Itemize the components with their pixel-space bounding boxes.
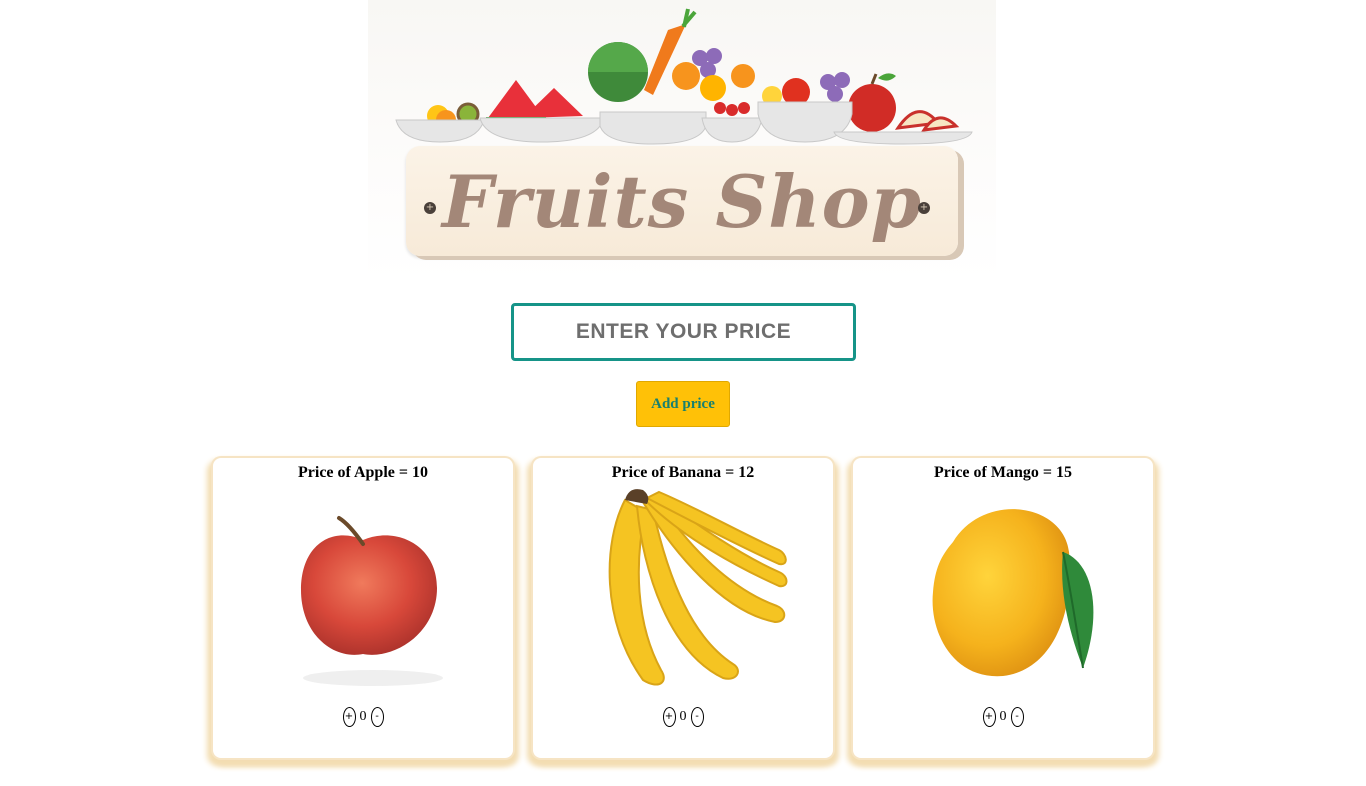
sign-board: + Fruits Shop + bbox=[406, 146, 958, 256]
quantity-value: 0 bbox=[999, 709, 1007, 724]
fruit-card-apple: Price of Apple = 10 + 0 - bbox=[213, 458, 513, 758]
card-title: Price of Banana = 12 bbox=[533, 464, 833, 482]
fruit-price-value: 10 bbox=[412, 464, 428, 481]
strawberry-icon bbox=[714, 102, 750, 116]
decrement-button[interactable]: - bbox=[1010, 707, 1024, 727]
apple-icon bbox=[848, 84, 896, 132]
fruit-card-mango: Price of Mango = 15 + 0 - bbox=[853, 458, 1153, 758]
equals-sign: = bbox=[721, 464, 739, 481]
add-price-button[interactable]: Add price bbox=[636, 381, 730, 427]
decrement-button[interactable]: - bbox=[370, 707, 384, 727]
fruit-card-banana: Price of Banana = 12 + 0 - bbox=[533, 458, 833, 758]
equals-sign: = bbox=[394, 464, 412, 481]
card-title: Price of Mango = 15 bbox=[853, 464, 1153, 482]
quantity-stepper: + 0 - bbox=[533, 707, 833, 727]
quantity-stepper: + 0 - bbox=[213, 707, 513, 727]
shop-title: Fruits Shop bbox=[441, 158, 923, 244]
increment-button[interactable]: + bbox=[342, 707, 356, 727]
mango-image bbox=[932, 509, 1094, 677]
apple-image bbox=[301, 516, 443, 686]
quantity-value: 0 bbox=[679, 709, 687, 724]
increment-button[interactable]: + bbox=[662, 707, 676, 727]
fruit-price-value: 15 bbox=[1055, 464, 1072, 481]
increment-button[interactable]: + bbox=[982, 707, 996, 727]
equals-sign: = bbox=[1038, 464, 1056, 481]
fruit-price-value: 12 bbox=[738, 464, 755, 481]
quantity-stepper: + 0 - bbox=[853, 707, 1153, 727]
shop-banner: + Fruits Shop + bbox=[368, 0, 996, 282]
price-input[interactable] bbox=[511, 303, 856, 361]
screw-icon: + bbox=[918, 202, 930, 214]
quantity-value: 0 bbox=[359, 709, 367, 724]
fruit-price-label: Price of Banana bbox=[611, 464, 722, 481]
card-title: Price of Apple = 10 bbox=[213, 464, 513, 482]
decrement-button[interactable]: - bbox=[690, 707, 704, 727]
fruit-price-label: Price of Mango bbox=[934, 464, 1039, 481]
banana-image bbox=[608, 489, 788, 686]
fruit-price-label: Price of Apple bbox=[298, 464, 395, 481]
fruit-bowls-illustration bbox=[395, 8, 973, 145]
